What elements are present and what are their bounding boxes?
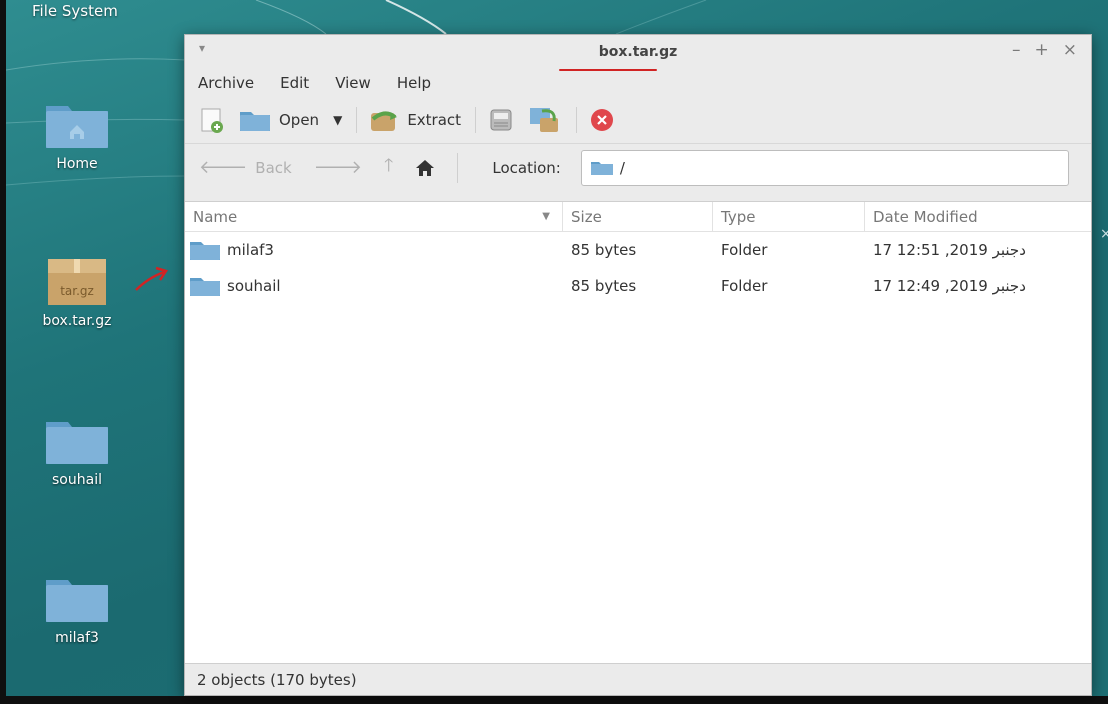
location-field[interactable]: /	[580, 149, 1069, 186]
open-button-label: Open	[279, 111, 320, 129]
back-button-label: Back	[255, 158, 292, 177]
column-header-date[interactable]: Date Modified	[865, 202, 1091, 231]
table-row[interactable]: souhail 85 bytes Folder 17 دجنبر 2019, 1…	[185, 268, 1091, 304]
menu-archive[interactable]: Archive	[198, 74, 254, 92]
up-arrow-icon: 🡑	[383, 154, 394, 176]
menu-help[interactable]: Help	[397, 74, 431, 92]
desktop-icon-home[interactable]: Home	[22, 98, 132, 172]
forward-arrow-icon: 🡒	[313, 157, 362, 178]
status-text: 2 objects (170 bytes)	[197, 670, 357, 689]
archive-properties-icon	[490, 109, 512, 131]
toolbar-separator	[457, 152, 459, 183]
add-files-button[interactable]	[528, 105, 562, 135]
table-row[interactable]: milaf3 85 bytes Folder 17 دجنبر 2019, 12…	[185, 232, 1091, 268]
folder-icon	[190, 242, 220, 260]
menu-view[interactable]: View	[335, 74, 371, 92]
row-date: 17 دجنبر 2019, 12:51	[873, 241, 1026, 259]
extract-button-label: Extract	[407, 111, 462, 129]
folder-icon	[46, 580, 108, 622]
archive-box-icon	[48, 259, 106, 305]
new-archive-button[interactable]	[199, 107, 225, 133]
stop-button[interactable]	[589, 107, 615, 133]
toolbar-separator	[475, 107, 477, 133]
home-icon	[416, 159, 435, 176]
sort-arrow-icon: ▼	[542, 211, 550, 222]
folder-icon	[190, 278, 220, 296]
desktop-icon-label: souhail	[52, 472, 102, 488]
row-type: Folder	[721, 241, 768, 259]
menu-edit[interactable]: Edit	[280, 74, 309, 92]
status-bar: 2 objects (170 bytes)	[185, 663, 1091, 695]
column-header-type[interactable]: Type	[713, 202, 865, 231]
file-system-label[interactable]: File System	[32, 2, 118, 20]
window-title: box.tar.gz	[598, 44, 678, 60]
open-dropdown-icon[interactable]: ▼	[333, 113, 342, 127]
desktop-icon-label: milaf3	[55, 630, 99, 646]
new-archive-icon	[201, 108, 223, 133]
list-header: Name ▼ Size Type Date Modified	[185, 202, 1091, 232]
title-annotation-underline	[559, 69, 657, 71]
open-button[interactable]: Open ▼	[239, 108, 342, 132]
column-header-name[interactable]: Name ▼	[185, 202, 563, 231]
close-button[interactable]: ×	[1063, 40, 1077, 60]
location-bar: 🡐 Back 🡒 🡑 Location: /	[185, 143, 1091, 191]
desktop-icon-box-tar-gz[interactable]: tar.gz box.tar.gz	[22, 255, 132, 329]
row-size: 85 bytes	[571, 241, 637, 259]
desktop-icon-milaf3[interactable]: milaf3	[22, 572, 132, 646]
menu-bar: Archive Edit View Help	[185, 69, 1091, 97]
location-value: /	[619, 158, 625, 177]
back-button[interactable]: 🡐 Back	[199, 157, 292, 178]
stop-icon	[591, 109, 614, 131]
file-list: Name ▼ Size Type Date Modified milaf3 85…	[185, 201, 1091, 663]
archive-properties-button[interactable]	[488, 107, 514, 133]
row-size: 85 bytes	[571, 277, 637, 295]
add-files-icon	[530, 108, 559, 132]
title-bar[interactable]: ▾ box.tar.gz – + ×	[185, 35, 1091, 71]
stray-close-icon: ×	[1100, 226, 1108, 242]
column-header-name-label: Name	[193, 207, 238, 226]
back-arrow-icon: 🡐	[199, 157, 248, 178]
toolbar: Open ▼ Extract	[185, 97, 1091, 143]
extract-icon	[371, 111, 398, 131]
row-type: Folder	[721, 277, 768, 295]
column-header-size[interactable]: Size	[563, 202, 713, 231]
row-date: 17 دجنبر 2019, 12:49	[873, 277, 1026, 295]
forward-button[interactable]: 🡒	[314, 157, 362, 178]
location-label: Location:	[492, 158, 561, 177]
desktop-icon-souhail[interactable]: souhail	[22, 414, 132, 488]
toolbar-separator	[356, 107, 358, 133]
folder-icon	[590, 161, 613, 175]
row-name: souhail	[227, 277, 281, 295]
folder-open-icon	[240, 112, 270, 131]
extract-button[interactable]: Extract	[369, 107, 461, 133]
desktop-icon-label: box.tar.gz	[42, 313, 112, 329]
folder-icon	[46, 422, 108, 464]
row-name: milaf3	[227, 241, 274, 259]
desktop-icon-label: Home	[56, 156, 98, 172]
archive-badge: tar.gz	[60, 284, 94, 298]
home-folder-icon	[46, 106, 108, 148]
archive-manager-window: ▾ box.tar.gz – + × Archive Edit View Hel…	[184, 34, 1092, 696]
maximize-button[interactable]: +	[1035, 40, 1049, 60]
home-button[interactable]	[415, 159, 435, 177]
minimize-button[interactable]: –	[1012, 40, 1021, 60]
up-button[interactable]: 🡑	[384, 153, 393, 183]
annotation-arrow	[135, 266, 168, 291]
toolbar-separator	[576, 107, 578, 133]
